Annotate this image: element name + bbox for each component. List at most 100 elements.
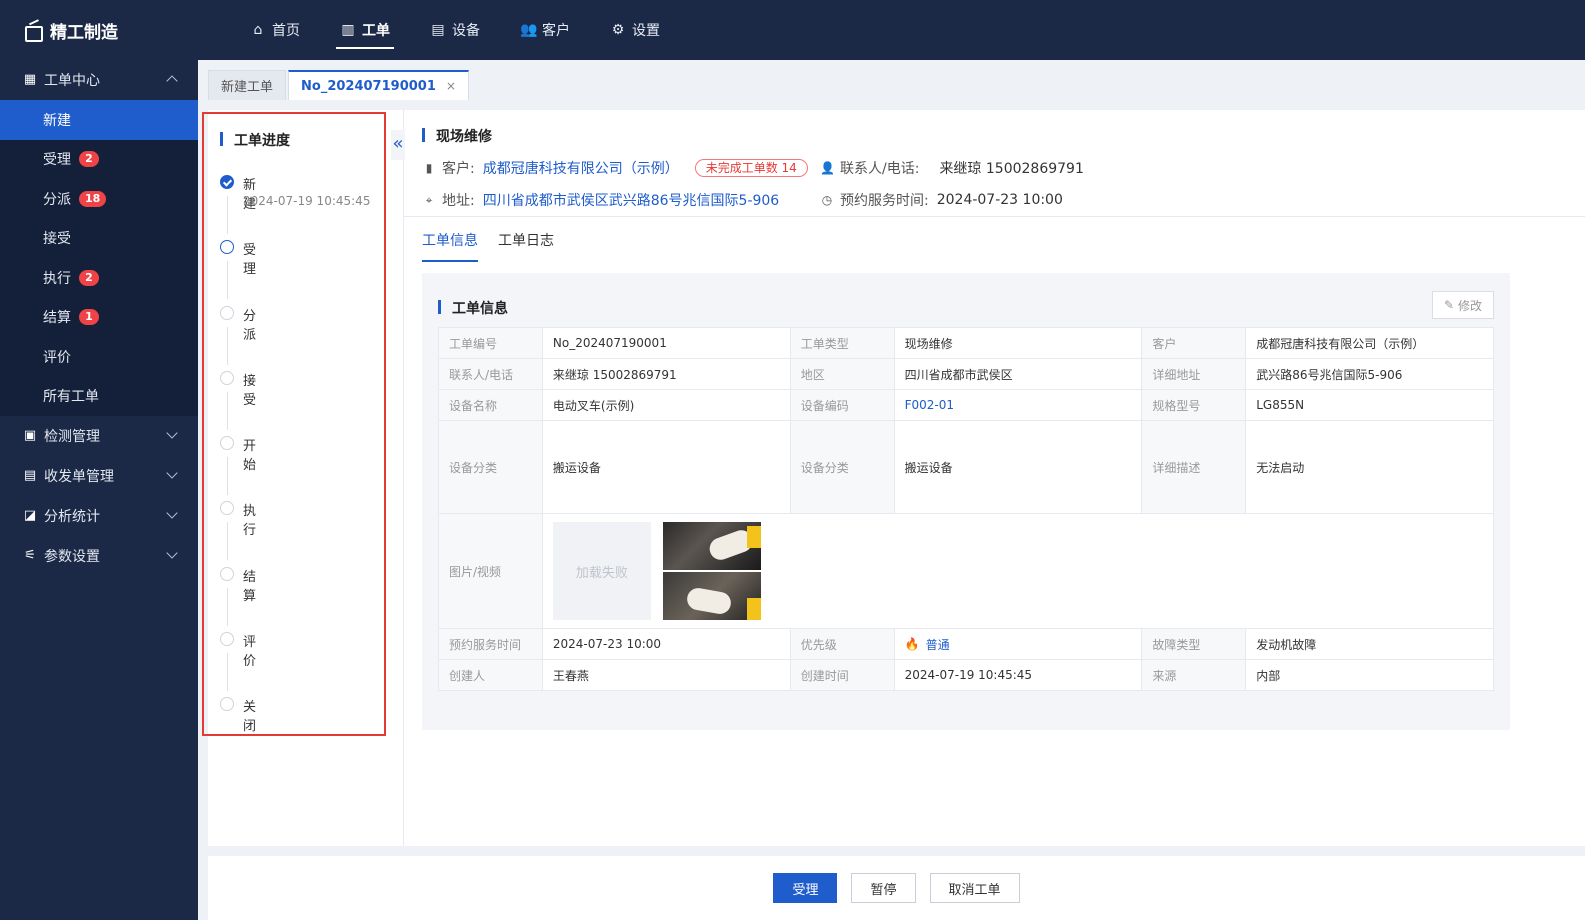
detail-sub-tabs: 工单信息 工单日志 [422,230,574,262]
step-connector [227,653,228,692]
glove-cuff [746,598,761,620]
field-label: 设备编码 [789,389,895,421]
field-value: 2024-07-19 10:45:45 [893,659,1143,691]
step-status-icon [220,305,234,320]
step-label: 评价 [243,635,257,670]
step-label: 受理 [243,243,257,278]
step-label: 开始 [243,439,257,474]
sidebar-group-label: 参数设置 [44,549,100,565]
media-thumbnail[interactable] [662,522,761,620]
user-icon: 👤 [820,161,835,175]
info-row-customer: ▮ 客户: 成都冠唐科技有限公司（示例） 未完成工单数 14 👤 联系人/电话:… [422,158,1572,178]
count-badge: 18 [79,190,107,207]
work-order-icon: ▥ [341,22,355,38]
sidebar-item-label: 评价 [43,349,71,366]
page-tab-0[interactable]: 新建工单 [208,70,287,100]
step-connector [227,522,228,561]
step-status-icon [220,632,234,647]
sidebar-submenu: 新建受理 2 分派 18 接受 执行 2 结算 1 评价所有工单 [0,100,198,416]
schedule-value: 2024-07-23 10:00 [936,192,1063,208]
field-label: 预约服务时间 [438,628,543,660]
accept-button[interactable]: 受理 [773,873,838,903]
pause-button[interactable]: 暂停 [851,873,916,903]
step-status-icon [220,240,234,255]
progress-title: 工单进度 [220,130,290,150]
step-status-icon [220,501,234,516]
sidebar-item-label: 结算 [43,310,71,327]
sidebar-item-2[interactable]: 分派 18 [0,179,198,219]
topnav-item-3[interactable]: 👥 客户 [510,0,580,60]
tab-label: 新建工单 [221,80,274,95]
page-tab-1[interactable]: No_202407190001 × [288,70,469,100]
step-status-icon [220,436,234,451]
glove-shape [685,586,733,616]
sidebar-group-1[interactable]: ▤ 收发单管理 [0,456,198,496]
media-cell: 加载失败 [541,513,1495,629]
clock-icon: ◷ [821,193,833,207]
field-label: 设备分类 [789,420,895,514]
sidebar-item-0[interactable]: 新建 [0,100,198,140]
customer-icon: 👥 [520,22,538,38]
customer-link[interactable]: 成都冠唐科技有限公司（示例） [483,158,679,178]
thumbnail-bottom [662,572,761,620]
sidebar-group-work-order-center[interactable]: ▦ 工单中心 [0,60,198,100]
address-link[interactable]: 四川省成都市武侯区武兴路86号兆信国际5-906 [483,190,780,210]
sidebar-item-3[interactable]: 接受 [0,219,198,259]
equipment-code-link[interactable]: F002-01 [893,389,1143,421]
page-tabs: 新建工单 No_202407190001 × [198,60,1585,100]
step-label: 分派 [243,308,257,343]
topnav-item-1[interactable]: ▥ 工单 [330,0,400,60]
customer-label: 客户: [442,161,475,177]
main-content: 工单进度 新建 2024-07-19 10:45:45 受理 分派 接受 开始 执行 结算 评价… [202,110,1585,846]
media-load-failed[interactable]: 加载失败 [552,522,651,620]
field-label: 设备名称 [438,389,543,421]
topnav-item-4[interactable]: ⚙ 设置 [600,0,670,60]
glove-cuff [746,526,761,548]
sidebar-group-0[interactable]: ▣ 检测管理 [0,416,198,456]
sliders-icon: ⚟ [24,548,36,563]
topnav-item-0[interactable]: ⌂ 首页 [240,0,310,60]
sidebar-group-2[interactable]: ◪ 分析统计 [0,496,198,536]
table-row: 联系人/电话 来继琼 15002869791 地区 四川省成都市武侯区 详细地址… [438,358,1494,390]
schedule-field: ◷ 预约服务时间: 2024-07-23 10:00 [820,190,1063,210]
step-label: 执行 [243,504,257,539]
edit-label: 修改 [1458,298,1483,313]
sidebar-group-label: 工单中心 [44,73,100,89]
sidebar-item-label: 新建 [43,112,71,129]
contact-value: 来继琼 15002869791 [939,161,1084,177]
sidebar-item-6[interactable]: 评价 [0,337,198,377]
topnav-label: 客户 [542,23,570,39]
count-badge: 2 [79,269,99,286]
sidebar-item-7[interactable]: 所有工单 [0,377,198,417]
chart-icon: ◪ [23,508,37,523]
field-label: 故障类型 [1141,628,1247,660]
sidebar-item-1[interactable]: 受理 2 [0,140,198,180]
app-logo[interactable]: 精工制造 [0,0,198,60]
detail-tab-1[interactable]: 工单日志 [498,230,554,262]
step-status-icon [220,697,234,712]
field-label: 创建人 [438,659,543,691]
sidebar-item-4[interactable]: 执行 2 [0,258,198,298]
edit-button[interactable]: ✎ 修改 [1432,291,1494,319]
sidebar-group-3[interactable]: ⚟ 参数设置 [0,536,198,576]
detail-title: 工单信息 [438,298,508,318]
contact-label: 联系人/电话: [840,161,920,177]
work-order-header: 现场维修 ▮ 客户: 成都冠唐科技有限公司（示例） 未完成工单数 14 👤 联系… [422,126,1572,210]
close-icon[interactable]: × [446,79,456,93]
equipment-icon: ▤ [431,22,445,38]
detail-tab-0[interactable]: 工单信息 [422,230,478,262]
pending-orders-tag: 未完成工单数 14 [694,159,808,177]
topnav-item-2[interactable]: ▤ 设备 [420,0,490,60]
field-value: 搬运设备 [893,420,1143,514]
step-status-icon [220,370,234,385]
sidebar-item-5[interactable]: 结算 1 [0,298,198,338]
field-label: 设备分类 [438,420,543,514]
cancel-order-button[interactable]: 取消工单 [929,873,1020,903]
step-status-icon [220,175,234,189]
topnav-label: 设备 [452,23,480,39]
collapse-chevrons-icon[interactable]: « [391,130,405,160]
topnav-label: 工单 [362,23,390,39]
info-row-address: ⌖ 地址: 四川省成都市武侯区武兴路86号兆信国际5-906 ◷ 预约服务时间:… [422,190,1572,210]
document-icon: ▦ [23,72,37,87]
field-value: 四川省成都市武侯区 [893,358,1143,390]
